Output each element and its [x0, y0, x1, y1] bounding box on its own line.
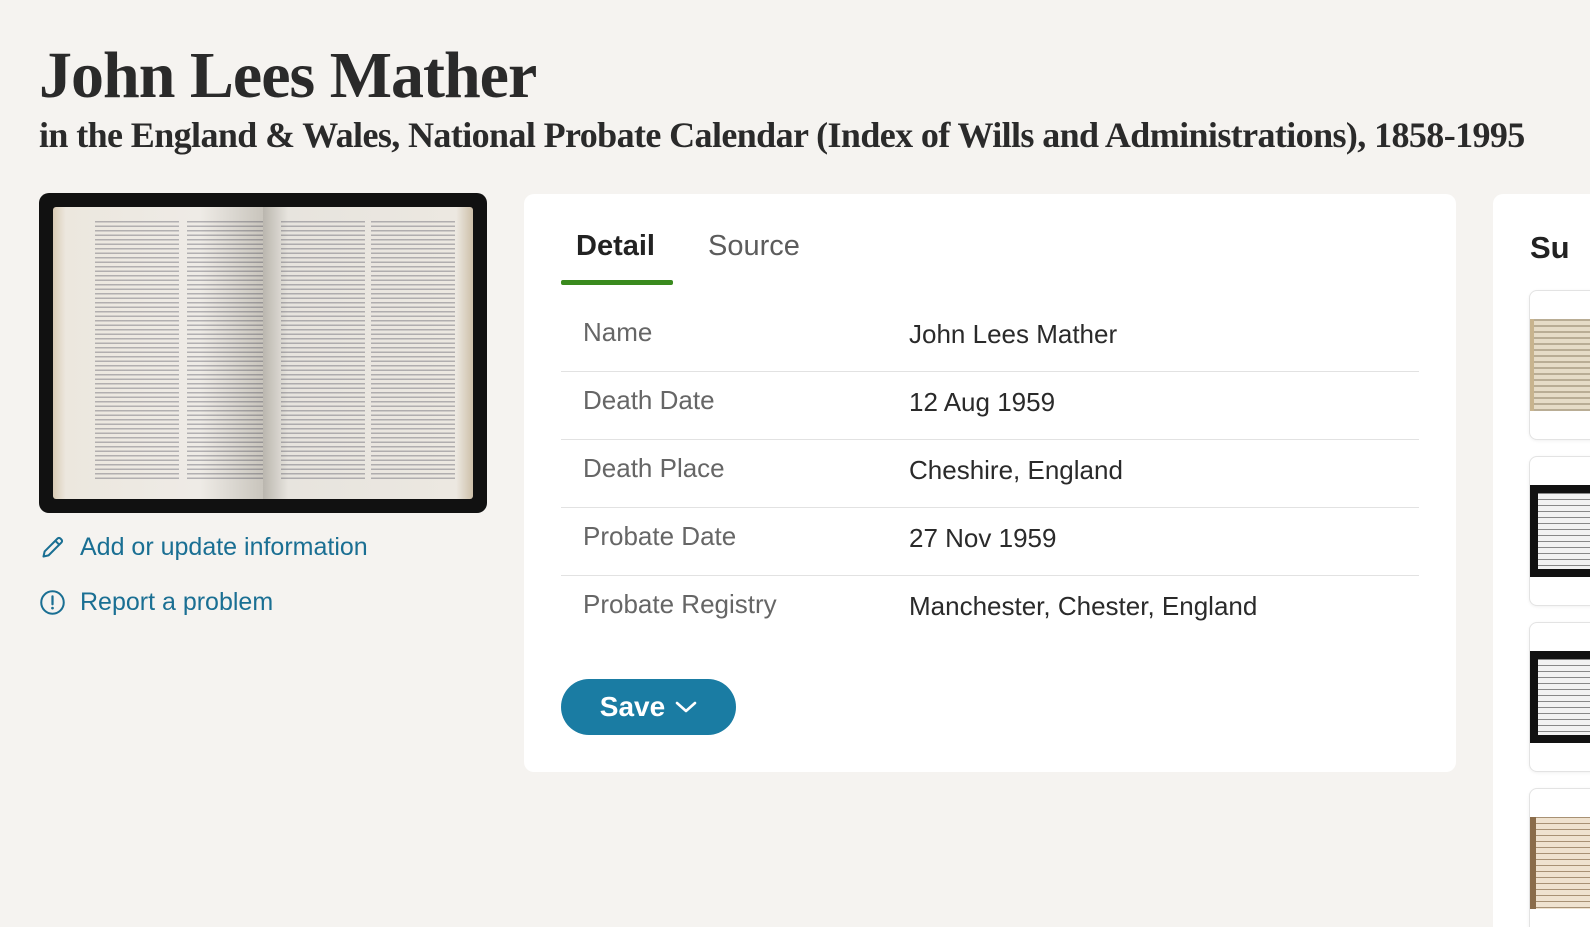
record-image[interactable]: [39, 193, 487, 513]
suggested-record-card[interactable]: [1529, 788, 1590, 927]
tab-detail[interactable]: Detail: [576, 230, 655, 263]
suggested-record-card[interactable]: [1529, 456, 1590, 606]
report-problem-link[interactable]: Report a problem: [39, 588, 273, 617]
text-column: [187, 221, 271, 481]
detail-value: Cheshire, England: [909, 455, 1123, 485]
record-thumbnail: [1530, 651, 1590, 743]
book-page-left: [53, 207, 271, 499]
suggestions-heading: Su: [1530, 230, 1570, 265]
text-column: [281, 221, 365, 481]
alert-circle-icon: [40, 590, 65, 615]
text-column: [95, 221, 179, 481]
text-column: [371, 221, 455, 481]
detail-value: 27 Nov 1959: [909, 523, 1057, 553]
detail-value: Manchester, Chester, England: [909, 591, 1258, 621]
detail-value: John Lees Mather: [909, 319, 1118, 349]
detail-label: Name: [583, 317, 653, 347]
detail-value: 12 Aug 1959: [909, 387, 1056, 417]
record-thumbnail: [1530, 319, 1590, 411]
suggested-record-card[interactable]: [1529, 622, 1590, 772]
record-thumbnail: [1530, 817, 1590, 909]
detail-row-probate-date: Probate Date 27 Nov 1959: [561, 508, 1419, 576]
active-tab-indicator: [561, 280, 673, 285]
detail-label: Death Date: [583, 385, 715, 415]
detail-label: Probate Registry: [583, 589, 777, 619]
report-problem-label: Report a problem: [80, 588, 274, 616]
save-label: Save: [599, 691, 666, 722]
detail-row-death-date: Death Date 12 Aug 1959: [561, 372, 1419, 440]
suggested-records-panel: Su: [1493, 194, 1590, 927]
pencil-icon: [42, 536, 64, 558]
detail-label: Probate Date: [583, 521, 737, 551]
save-button[interactable]: Save: [561, 679, 736, 735]
book-scan-image: [53, 207, 473, 499]
detail-row-probate-registry: Probate Registry Manchester, Chester, En…: [561, 576, 1419, 644]
detail-label: Death Place: [583, 453, 725, 483]
add-update-link[interactable]: Add or update information: [39, 533, 368, 562]
detail-table: Name John Lees Mather Death Date 12 Aug …: [561, 304, 1419, 644]
detail-card: Detail Source Name John Lees Mather Deat…: [524, 194, 1456, 772]
add-update-label: Add or update information: [80, 533, 368, 561]
record-page: John Lees Mather in the England & Wales,…: [0, 0, 1590, 927]
tab-source[interactable]: Source: [708, 230, 800, 263]
page-title: John Lees Mather: [39, 39, 537, 112]
suggested-record-card[interactable]: [1529, 290, 1590, 440]
record-thumbnail: [1530, 485, 1590, 577]
detail-row-death-place: Death Place Cheshire, England: [561, 440, 1419, 508]
chevron-down-icon: [675, 701, 697, 713]
detail-row-name: Name John Lees Mather: [561, 304, 1419, 372]
book-page-right: [263, 207, 473, 499]
collection-subtitle[interactable]: in the England & Wales, National Probate…: [39, 114, 1525, 156]
